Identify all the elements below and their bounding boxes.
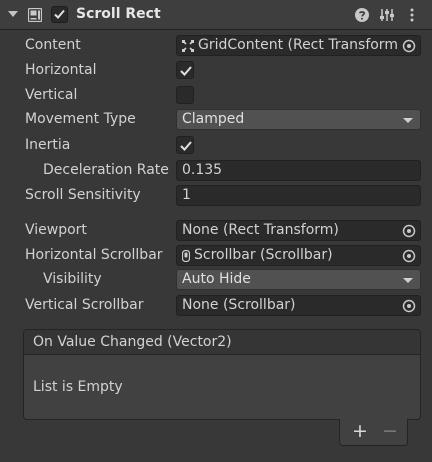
horizontal-scrollbar-object-field[interactable]: Scrollbar (Scrollbar) xyxy=(176,245,421,266)
row-deceleration-rate: Deceleration Rate 0.135 xyxy=(0,158,432,182)
vertical-label: Vertical xyxy=(25,87,78,103)
movement-type-dropdown[interactable]: Clamped xyxy=(176,109,421,130)
vertical-scrollbar-label: Vertical Scrollbar xyxy=(25,297,144,313)
dropdown-arrow-icon xyxy=(403,118,413,123)
inertia-label: Inertia xyxy=(25,137,71,153)
visibility-value: Auto Hide xyxy=(182,271,251,287)
object-picker-icon xyxy=(402,249,416,263)
component-title: Scroll Rect xyxy=(76,6,161,22)
vertical-checkbox[interactable] xyxy=(176,86,194,104)
scroll-sensitivity-value: 1 xyxy=(182,187,191,203)
scroll-sensitivity-input[interactable]: 1 xyxy=(176,185,421,206)
vertical-scrollbar-object-picker[interactable] xyxy=(398,296,420,315)
content-value: GridContent (Rect Transform) xyxy=(198,37,404,53)
horizontal-label: Horizontal xyxy=(25,62,97,78)
row-visibility: Visibility Auto Hide xyxy=(0,267,432,291)
row-horizontal: Horizontal xyxy=(0,58,432,82)
object-picker-icon xyxy=(402,299,416,313)
remove-listener-button[interactable]: − xyxy=(382,421,398,441)
event-title: On Value Changed (Vector2) xyxy=(33,334,232,350)
scrollrect-component-icon xyxy=(28,8,42,22)
vertical-scrollbar-value: None (Scrollbar) xyxy=(182,297,296,313)
viewport-label: Viewport xyxy=(25,222,87,238)
row-content: Content GridContent (Rect Transform) xyxy=(0,33,432,57)
content-label: Content xyxy=(25,37,81,53)
visibility-label: Visibility xyxy=(43,271,102,287)
rect-transform-icon xyxy=(182,40,194,52)
row-movement-type: Movement Type Clamped xyxy=(0,107,432,131)
event-header: On Value Changed (Vector2) xyxy=(24,330,420,355)
on-value-changed-event: On Value Changed (Vector2) List is Empty xyxy=(23,329,421,420)
event-list-footer: + − xyxy=(339,419,408,446)
visibility-dropdown[interactable]: Auto Hide xyxy=(176,269,421,290)
viewport-object-picker[interactable] xyxy=(398,221,420,240)
content-object-field[interactable]: GridContent (Rect Transform) xyxy=(176,35,421,56)
horizontal-scrollbar-object-picker[interactable] xyxy=(398,246,420,265)
movement-type-value: Clamped xyxy=(182,111,245,127)
component-header: Scroll Rect xyxy=(0,0,432,30)
viewport-value: None (Rect Transform) xyxy=(182,222,339,238)
horizontal-scrollbar-value: Scrollbar (Scrollbar) xyxy=(194,247,333,263)
deceleration-rate-input[interactable]: 0.135 xyxy=(176,160,421,181)
row-scroll-sensitivity: Scroll Sensitivity 1 xyxy=(0,183,432,207)
movement-type-label: Movement Type xyxy=(25,111,136,127)
event-empty-text: List is Empty xyxy=(33,379,123,395)
row-vertical-scrollbar: Vertical Scrollbar None (Scrollbar) xyxy=(0,293,432,317)
row-horizontal-scrollbar: Horizontal Scrollbar Scrollbar (Scrollba… xyxy=(0,243,432,267)
row-viewport: Viewport None (Rect Transform) xyxy=(0,218,432,242)
help-icon[interactable] xyxy=(354,7,370,23)
scrollbar-icon xyxy=(182,250,190,262)
dropdown-arrow-icon xyxy=(403,278,413,283)
checkmark-icon xyxy=(180,141,192,151)
component-enabled-toggle[interactable] xyxy=(51,6,68,23)
scroll-sensitivity-label: Scroll Sensitivity xyxy=(25,187,141,203)
object-picker-icon xyxy=(402,39,416,53)
kebab-menu-icon[interactable] xyxy=(404,7,420,23)
viewport-object-field[interactable]: None (Rect Transform) xyxy=(176,220,421,241)
object-picker-icon xyxy=(402,224,416,238)
preset-icon[interactable] xyxy=(379,7,395,23)
horizontal-checkbox[interactable] xyxy=(176,61,194,79)
content-object-picker[interactable] xyxy=(398,36,420,55)
row-vertical: Vertical xyxy=(0,83,432,107)
horizontal-scrollbar-label: Horizontal Scrollbar xyxy=(25,247,163,263)
fold-triangle-icon[interactable] xyxy=(8,11,18,17)
add-listener-button[interactable]: + xyxy=(352,421,368,441)
deceleration-rate-label: Deceleration Rate xyxy=(43,162,169,178)
checkmark-icon xyxy=(180,66,192,76)
inertia-checkbox[interactable] xyxy=(176,136,194,154)
deceleration-rate-value: 0.135 xyxy=(182,162,223,178)
vertical-scrollbar-object-field[interactable]: None (Scrollbar) xyxy=(176,295,421,316)
row-inertia: Inertia xyxy=(0,133,432,157)
